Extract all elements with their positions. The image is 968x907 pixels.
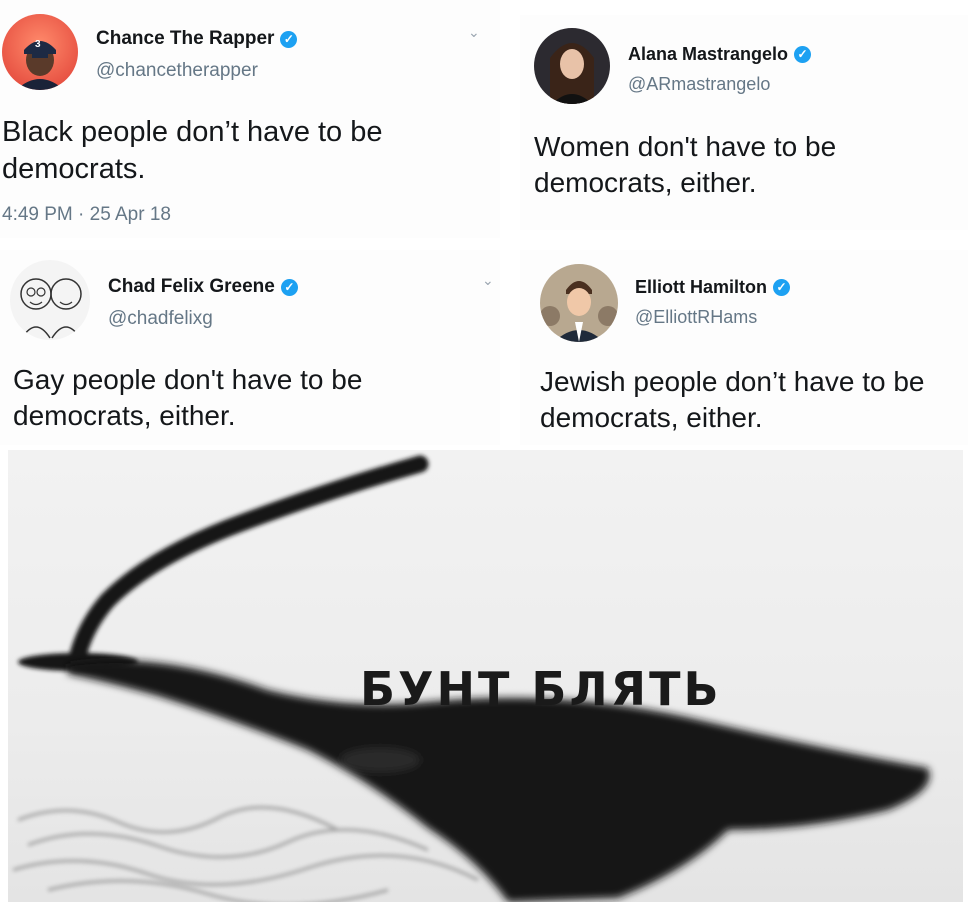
meme-caption: БУНТ БЛЯТЬ (360, 662, 722, 716)
avatar[interactable]: 3 (2, 14, 78, 90)
author-name-text: Elliott Hamilton (635, 277, 767, 297)
tweet-text: Gay people don't have to be democrats, e… (13, 362, 362, 434)
tweet-author-handle[interactable]: @ARmastrangelo (628, 74, 770, 95)
verified-icon: ✓ (794, 46, 812, 63)
tweet-text: Black people don’t have to be democrats. (2, 114, 383, 188)
tweet-text: Jewish people don’t have to be democrats… (540, 364, 925, 436)
tweet-timestamp[interactable]: 4:49 PM · 25 Apr 18 (2, 204, 171, 226)
tweet-text-line: democrats. (2, 153, 146, 186)
tweet-alana-mastrangelo: Alana Mastrangelo ✓ @ARmastrangelo Women… (520, 15, 968, 230)
verified-icon: ✓ (773, 279, 790, 296)
tweet-text-line: democrats, either. (13, 399, 236, 431)
avatar-badge: 3 (35, 39, 41, 50)
verified-icon: ✓ (280, 278, 298, 296)
tweet-author-name[interactable]: Chad Felix Greene ✓ (108, 276, 298, 298)
tweet-author-name[interactable]: Elliott Hamilton ✓ (635, 277, 790, 298)
author-name-text: Chad Felix Greene (108, 276, 275, 297)
tweet-chad-felix-greene: Chad Felix Greene ✓ @chadfelixg ⌄ Gay pe… (0, 250, 500, 445)
tweet-text-line: Black people don’t have to be (2, 116, 383, 148)
avatar[interactable] (534, 28, 610, 104)
avatar[interactable] (10, 260, 90, 340)
author-name-text: Chance The Rapper (96, 28, 275, 49)
tweet-author-handle[interactable]: @chancetherapper (96, 60, 258, 82)
tweet-text-line: Gay people don't have to be (13, 364, 363, 395)
avatar-image (20, 278, 82, 339)
meme-image: БУНТ БЛЯТЬ (8, 450, 963, 902)
avatar-image (540, 264, 618, 342)
tweet-author-handle[interactable]: @chadfelixg (108, 308, 213, 330)
tweet-elliott-hamilton: Elliott Hamilton ✓ @ElliottRHams Jewish … (520, 250, 968, 445)
tweet-text-line: democrats, either. (534, 166, 757, 198)
tweet-text-line: Women don't have to be (534, 131, 837, 162)
chevron-down-icon[interactable]: ⌄ (468, 24, 480, 41)
author-name-text: Alana Mastrangelo (628, 44, 789, 64)
avatar-image (534, 28, 610, 104)
tweet-author-name[interactable]: Alana Mastrangelo ✓ (628, 44, 812, 65)
tweet-chance-the-rapper: 3 Chance The Rapper ✓ @chancetherapper ⌄… (0, 0, 500, 238)
avatar[interactable] (540, 264, 618, 342)
tweet-author-handle[interactable]: @ElliottRHams (635, 307, 757, 328)
verified-icon: ✓ (280, 30, 298, 48)
avatar-image (2, 14, 78, 90)
tweet-author-name[interactable]: Chance The Rapper ✓ (96, 28, 298, 50)
tweet-text-line: Jewish people don’t have to be (540, 366, 925, 397)
tweet-text-line: democrats, either. (540, 401, 763, 433)
chevron-down-icon[interactable]: ⌄ (482, 272, 494, 289)
tweet-text: Women don't have to be democrats, either… (534, 129, 836, 201)
